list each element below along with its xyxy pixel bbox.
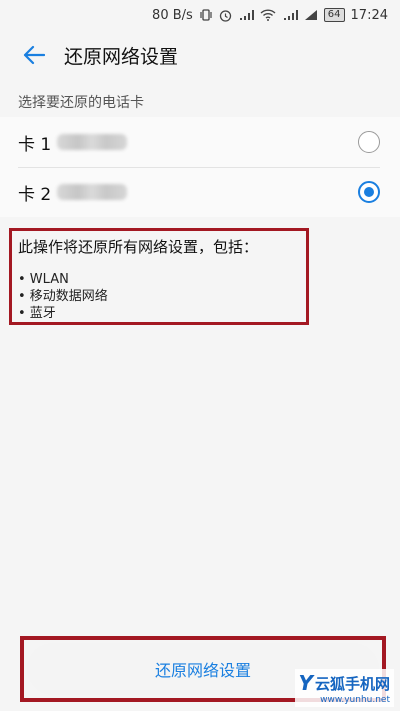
sim-card-2-label: 卡 2 bbox=[18, 184, 52, 205]
signal-2g-icon bbox=[238, 9, 254, 21]
watermark: Y 云狐手机网 www.yunhu.net bbox=[294, 669, 394, 707]
reset-info-box: 此操作将还原所有网络设置，包括： • WLAN • 移动数据网络 • 蓝牙 bbox=[9, 228, 309, 325]
app-bar: 还原网络设置 bbox=[0, 30, 400, 80]
sim-card-list: 卡 1 卡 2 bbox=[0, 117, 400, 217]
watermark-brand: 云狐手机网 bbox=[314, 674, 390, 693]
wifi-icon bbox=[260, 9, 276, 21]
back-button[interactable] bbox=[14, 35, 54, 75]
sim-section-label: 选择要还原的电话卡 bbox=[18, 95, 144, 111]
status-bar: 80 B/s 64 17:24 bbox=[0, 0, 400, 30]
alarm-icon bbox=[219, 9, 232, 22]
sim-card-2-option[interactable]: 卡 2 bbox=[0, 167, 400, 217]
battery-icon: 64 bbox=[323, 8, 345, 22]
watermark-url: www.yunhu.net bbox=[320, 695, 390, 705]
signal-4g-icon bbox=[282, 9, 298, 21]
sim-card-1-label: 卡 1 bbox=[18, 134, 52, 155]
clock: 17:24 bbox=[350, 7, 388, 23]
arrow-left-icon bbox=[23, 45, 45, 65]
info-item-mobile-data: • 移动数据网络 bbox=[18, 289, 108, 304]
sim-card-1-radio[interactable] bbox=[358, 131, 380, 153]
page-title: 还原网络设置 bbox=[64, 45, 179, 68]
info-title: 此操作将还原所有网络设置，包括： bbox=[18, 238, 259, 256]
info-item-bluetooth: • 蓝牙 bbox=[18, 306, 56, 321]
info-item-wlan: • WLAN bbox=[18, 272, 69, 287]
vibrate-icon bbox=[199, 9, 213, 21]
sim-card-1-number-blurred bbox=[57, 134, 128, 150]
network-speed: 80 B/s bbox=[152, 7, 193, 23]
signal-icon bbox=[304, 9, 318, 21]
fox-logo-icon: Y bbox=[298, 671, 313, 695]
sim-card-2-number-blurred bbox=[57, 184, 128, 200]
sim-card-2-radio[interactable] bbox=[358, 181, 380, 203]
sim-card-1-option[interactable]: 卡 1 bbox=[0, 117, 400, 167]
